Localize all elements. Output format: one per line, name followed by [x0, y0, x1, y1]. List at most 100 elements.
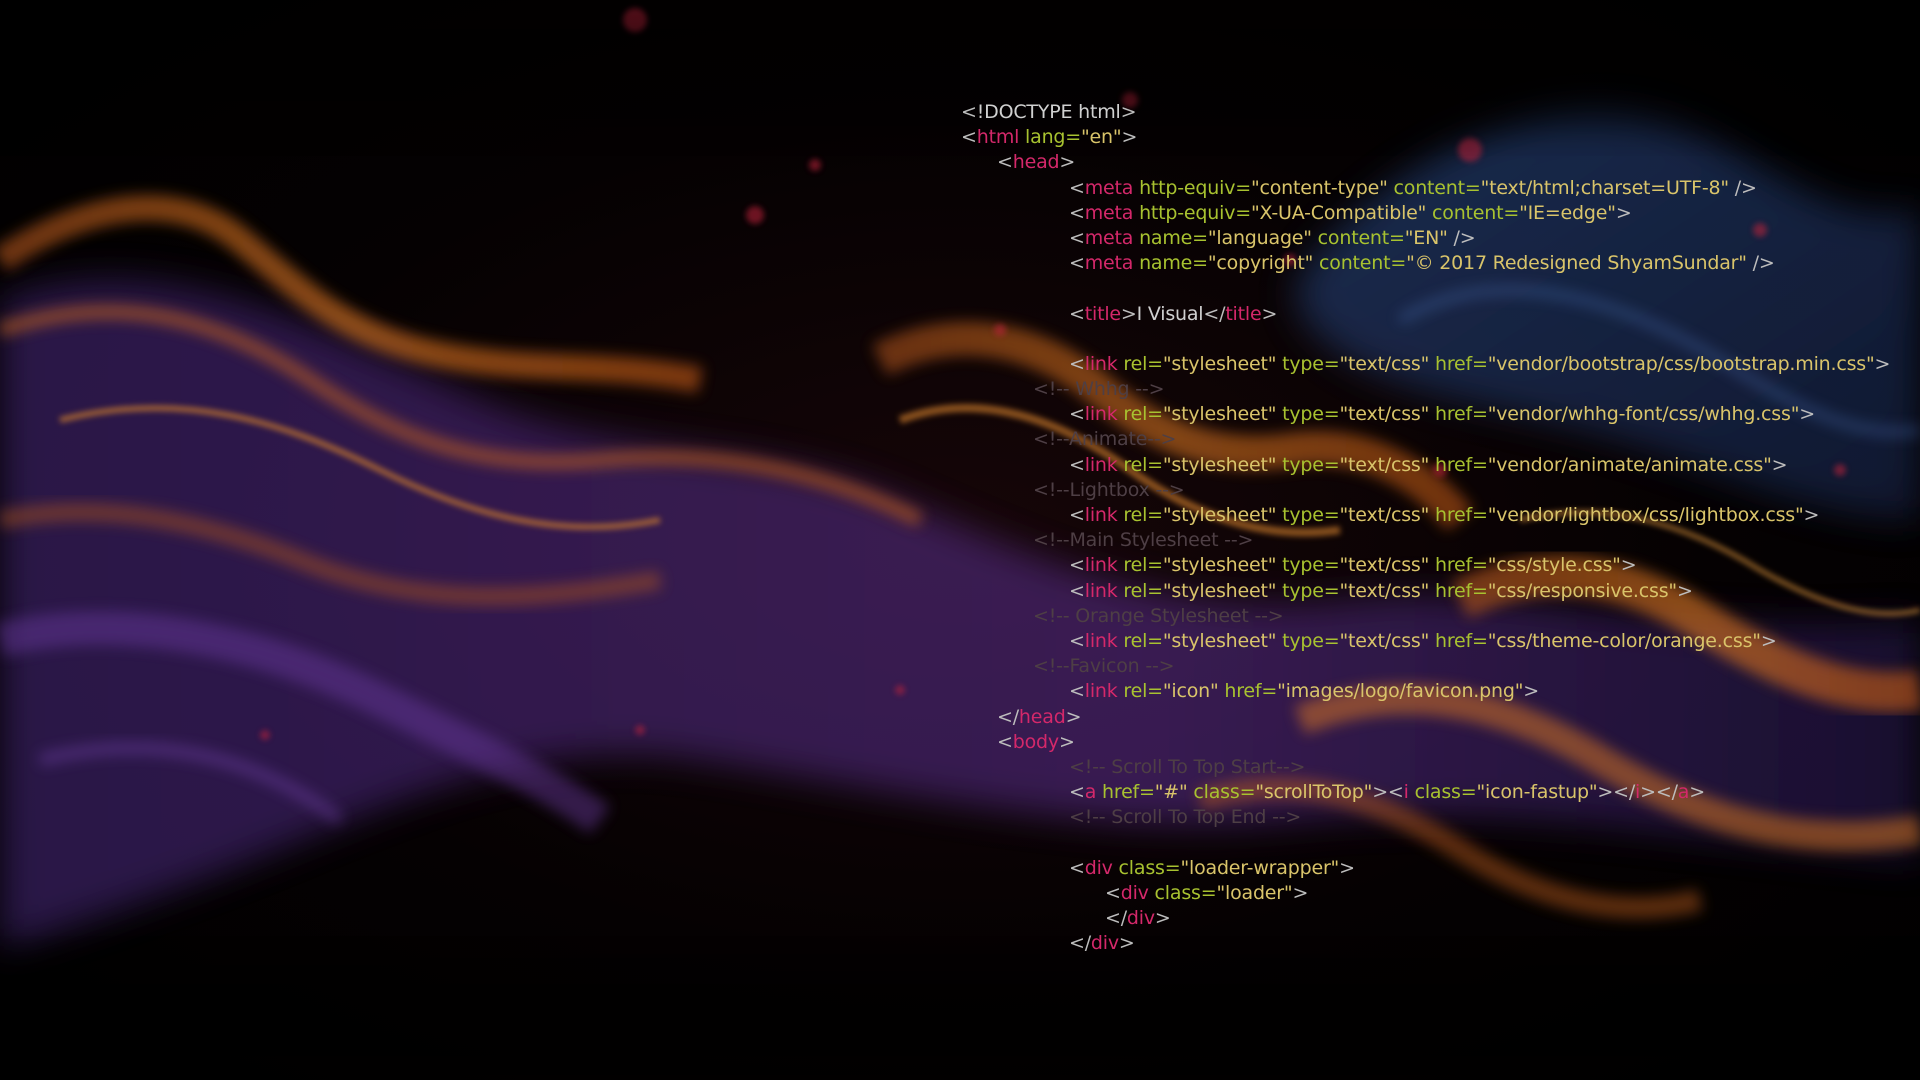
- code-token-tag: link: [1084, 579, 1118, 602]
- code-line: <!--Main Stylesheet -->: [961, 528, 1861, 553]
- code-token-bracket: <: [1069, 554, 1085, 577]
- code-token-bracket: >: [1799, 403, 1815, 426]
- code-token-bracket: <: [1069, 226, 1085, 249]
- code-token-bracket: >: [1339, 856, 1355, 879]
- code-token-value: "text/css": [1339, 504, 1430, 526]
- code-token-bracket: />: [1447, 226, 1476, 249]
- code-token-bracket: >: [1874, 352, 1891, 375]
- code-line: </head>: [961, 705, 1861, 730]
- code-token-bracket: <: [1069, 680, 1085, 703]
- code-token-value: "stylesheet": [1162, 403, 1277, 426]
- code-token-bracket: <: [1069, 252, 1085, 275]
- code-line: <!--Animate-->: [961, 427, 1861, 452]
- code-token-bracket: >: [1120, 101, 1137, 123]
- code-token-tag: a: [1677, 781, 1690, 804]
- code-token-value: "icon-fastup": [1476, 781, 1598, 804]
- code-token-bracket: >: [1059, 151, 1076, 174]
- code-token-bracket: <: [961, 101, 977, 123]
- code-line: <link rel="stylesheet" type="text/css" h…: [961, 453, 1861, 478]
- code-token-value: "icon": [1162, 680, 1219, 703]
- code-line: <div class="loader">: [961, 881, 1861, 906]
- code-token-attr: class=: [1112, 856, 1181, 879]
- code-token-value: "vendor/whhg-font/css/whhg.css": [1487, 403, 1800, 426]
- code-line: <!-- Scroll To Top Start-->: [961, 755, 1861, 780]
- code-line: <head>: [961, 150, 1861, 175]
- code-token-tag: a: [1084, 781, 1097, 804]
- code-token-value: "scrollToTop": [1255, 781, 1373, 804]
- code-token-attr: name=: [1133, 252, 1208, 275]
- code-token-tag: meta: [1084, 226, 1134, 249]
- code-token-bracket: >: [1676, 579, 1693, 602]
- code-token-value: "images/logo/favicon.png": [1277, 680, 1524, 703]
- code-token-bracket: >: [1615, 201, 1632, 224]
- code-token-bracket: >: [1120, 302, 1137, 325]
- code-token-value: "text/css": [1339, 352, 1430, 375]
- code-token-tag: div: [1126, 907, 1155, 929]
- code-token-bracket: <: [1105, 881, 1121, 904]
- code-token-tag: div: [1090, 932, 1119, 955]
- code-token-bracket: >: [1065, 705, 1082, 728]
- code-line: <!-- Orange Stylesheet -->: [961, 604, 1861, 629]
- code-token-comment: <!-- Scroll To Top End -->: [1069, 806, 1302, 829]
- code-token-bracket: >: [1261, 302, 1278, 325]
- desktop-wallpaper: <!DOCTYPE html> <html lang="en"> <head> <me…: [0, 0, 1920, 1080]
- code-token-tag: meta: [1084, 252, 1134, 275]
- code-token-bracket: />: [1728, 176, 1757, 199]
- code-token-value: "text/html;charset=UTF-8": [1480, 176, 1730, 199]
- code-token-text: !DOCTYPE html: [976, 101, 1121, 123]
- code-token-attr: content=: [1311, 226, 1405, 249]
- code-token-value: "stylesheet": [1162, 504, 1277, 526]
- code-token-value: "en": [1081, 126, 1122, 149]
- code-token-value: "loader": [1216, 881, 1293, 904]
- code-token-tag: link: [1084, 453, 1118, 476]
- code-line: <div class="loader-wrapper">: [961, 856, 1861, 881]
- code-token-comment: <!--Lightbox -->: [1033, 478, 1185, 501]
- code-token-bracket: <: [1069, 302, 1085, 325]
- code-token-value: "loader-wrapper": [1180, 856, 1340, 879]
- code-token-bracket: <: [1069, 781, 1085, 804]
- code-token-attr: href=: [1429, 504, 1488, 526]
- code-token-attr: href=: [1218, 680, 1278, 703]
- code-token-bracket: <: [1069, 352, 1085, 375]
- code-token-value: "css/style.css": [1487, 554, 1621, 577]
- code-line: <body>: [961, 730, 1861, 755]
- code-token-attr: href=: [1429, 554, 1488, 577]
- code-line: <link rel="stylesheet" type="text/css" h…: [961, 553, 1861, 578]
- code-token-attr: rel=: [1117, 554, 1163, 577]
- code-token-value: "X-UA-Compatible": [1250, 201, 1427, 224]
- code-token-tag: title: [1084, 302, 1121, 325]
- code-line: <!-- Whhg -->: [961, 377, 1861, 402]
- code-token-bracket: >: [1118, 932, 1135, 955]
- code-token-text: I Visual: [1136, 302, 1204, 325]
- code-token-attr: href=: [1429, 629, 1488, 652]
- code-line: <link rel="stylesheet" type="text/css" h…: [961, 503, 1861, 528]
- code-token-bracket: <: [1069, 201, 1085, 224]
- code-token-tag: meta: [1084, 201, 1134, 224]
- code-token-bracket: <: [1069, 504, 1085, 526]
- code-line: <!--Favicon -->: [961, 654, 1861, 679]
- code-token-value: "text/css": [1339, 453, 1430, 476]
- code-token-tag: div: [1120, 881, 1149, 904]
- code-token-value: "text/css": [1339, 403, 1430, 426]
- code-token-tag: meta: [1084, 176, 1134, 199]
- code-line: <link rel="stylesheet" type="text/css" h…: [961, 629, 1861, 654]
- code-token-bracket: >: [1620, 554, 1637, 577]
- code-token-tag: title: [1225, 302, 1262, 325]
- code-token-bracket: </: [1203, 302, 1226, 325]
- code-token-attr: rel=: [1117, 403, 1163, 426]
- code-token-attr: href=: [1429, 453, 1488, 476]
- code-token-attr: content=: [1426, 201, 1520, 224]
- code-token-tag: html: [976, 126, 1020, 149]
- code-token-value: "vendor/animate/animate.css": [1487, 453, 1772, 476]
- code-token-attr: href=: [1096, 781, 1155, 804]
- code-token-attr: rel=: [1117, 680, 1163, 703]
- code-token-attr: href=: [1429, 403, 1488, 426]
- code-token-bracket: >: [1292, 881, 1309, 904]
- code-line: <html lang="en">: [961, 125, 1861, 150]
- code-token-attr: rel=: [1117, 352, 1163, 375]
- code-token-value: "#": [1154, 781, 1188, 804]
- code-token-value: "© 2017 Redesigned ShyamSundar": [1406, 252, 1747, 275]
- code-token-comment: <!-- Whhg -->: [1033, 378, 1165, 401]
- code-token-bracket: </: [997, 705, 1019, 728]
